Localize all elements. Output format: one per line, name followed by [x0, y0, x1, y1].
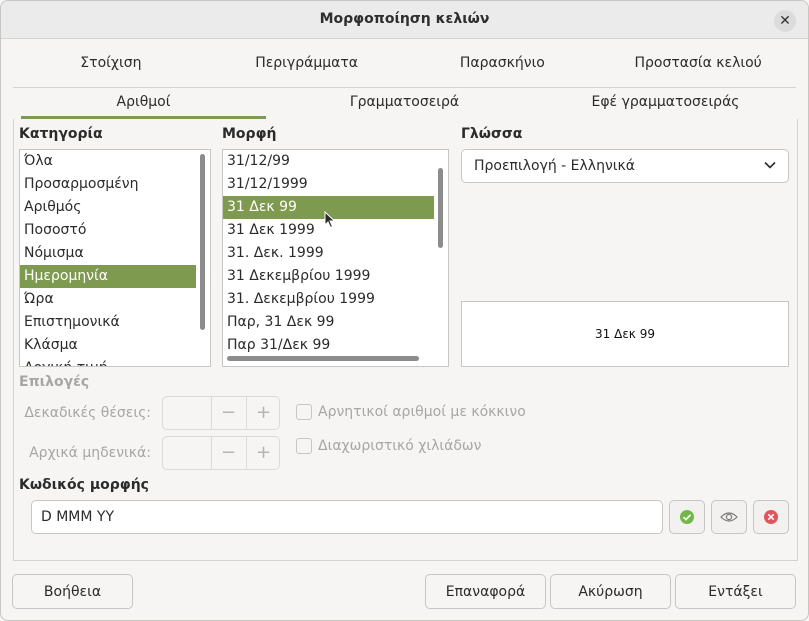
cancel-button[interactable]: Ακύρωση [550, 574, 671, 609]
list-item[interactable]: 31. Δεκ. 1999 [223, 242, 448, 265]
accept-format-button[interactable] [669, 500, 705, 534]
mouse-cursor-icon [324, 211, 336, 229]
language-value: Προεπιλογή - Ελληνικά [474, 158, 635, 174]
options-label: Επιλογές [19, 374, 90, 390]
format-vertical-scrollbar[interactable] [438, 168, 443, 248]
help-button[interactable]: Βοήθεια [12, 574, 133, 609]
list-item[interactable]: 31. Δεκεμβρίου 1999 [223, 288, 448, 311]
delete-format-button[interactable] [753, 500, 789, 534]
category-label: Κατηγορία [19, 126, 103, 142]
increment-button[interactable]: + [246, 437, 280, 469]
decrement-button[interactable]: − [211, 437, 245, 469]
tab-cell-protection[interactable]: Προστασία κελιού [600, 49, 796, 79]
close-button[interactable]: ✕ [774, 10, 796, 32]
list-item[interactable]: 31/12/99 [223, 150, 448, 173]
format-cells-dialog: Μορφοποίηση κελιών ✕ Στοίχιση Περιγράμμα… [0, 0, 809, 621]
leading-zeros-input[interactable] [163, 437, 211, 469]
list-item[interactable]: Όλα [20, 150, 210, 173]
preview-text: 31 Δεκ 99 [595, 327, 655, 341]
chevron-down-icon [764, 161, 776, 169]
delete-circle-icon [764, 510, 778, 524]
format-code-value: D MMM YY [41, 509, 115, 525]
thousands-separator-checkbox[interactable]: Διαχωριστικό χιλιάδων [296, 438, 481, 454]
list-item[interactable]: Προσαρμοσμένη [20, 173, 210, 196]
format-code-label: Κωδικός μορφής [19, 477, 149, 493]
toggle-comment-button[interactable] [711, 500, 747, 534]
eye-icon [720, 512, 738, 522]
negative-red-checkbox[interactable]: Αρνητικοί αριθμοί με κόκκινο [296, 404, 526, 420]
decimal-places-label: Δεκαδικές θέσεις: [24, 405, 151, 421]
leading-zeros-stepper[interactable]: − + [162, 436, 280, 470]
decimal-places-stepper[interactable]: − + [162, 396, 280, 430]
list-item[interactable]: Νόμισμα [20, 242, 210, 265]
list-item[interactable]: Παρ, 31 Δεκ 99 [223, 311, 448, 334]
list-item[interactable]: Λογική τιμή [20, 357, 210, 366]
format-label: Μορφή [222, 126, 277, 142]
language-label: Γλώσσα [461, 126, 523, 142]
tab-font-effects[interactable]: Εφέ γραμματοσειράς [535, 88, 796, 119]
list-item[interactable]: 31/12/1999 [223, 173, 448, 196]
ok-button[interactable]: Εντάξει [675, 574, 796, 609]
reset-button[interactable]: Επαναφορά [425, 574, 546, 609]
checkbox-box[interactable] [296, 438, 312, 454]
tab-alignment[interactable]: Στοίχιση [13, 49, 209, 79]
tab-borders[interactable]: Περιγράμματα [209, 49, 405, 79]
dialog-title: Μορφοποίηση κελιών [319, 11, 490, 27]
close-icon: ✕ [779, 13, 791, 29]
checkbox-box[interactable] [296, 404, 312, 420]
tab-background[interactable]: Παρασκήνιο [405, 49, 601, 79]
list-item[interactable]: Ώρα [20, 288, 210, 311]
tab-numbers[interactable]: Αριθμοί [13, 88, 274, 119]
leading-zeros-label: Αρχικά μηδενικά: [29, 445, 151, 461]
tab-row-top: Στοίχιση Περιγράμματα Παρασκήνιο Προστασ… [13, 49, 796, 79]
category-list[interactable]: Όλα Προσαρμοσμένη Αριθμός Ποσοστό Νόμισμ… [19, 149, 211, 367]
decrement-button[interactable]: − [211, 397, 245, 429]
format-list[interactable]: 31/12/99 31/12/1999 31 Δεκ 99 31 Δεκ 199… [222, 149, 449, 367]
tab-row-bottom: Αριθμοί Γραμματοσειρά Εφέ γραμματοσειράς [13, 87, 796, 119]
list-item[interactable]: Παρ 31/Δεκ 99 [223, 334, 448, 357]
list-item[interactable]: Κλάσμα [20, 334, 210, 357]
tab-font[interactable]: Γραμματοσειρά [274, 88, 535, 119]
list-item[interactable]: Ποσοστό [20, 219, 210, 242]
list-item[interactable]: Επιστημονικά [20, 311, 210, 334]
check-circle-icon [680, 510, 694, 524]
decimal-places-input[interactable] [163, 397, 211, 429]
category-scrollbar[interactable] [200, 154, 205, 330]
negative-red-label: Αρνητικοί αριθμοί με κόκκινο [318, 404, 526, 420]
format-code-input[interactable]: D MMM YY [31, 500, 663, 534]
title-bar: Μορφοποίηση κελιών ✕ [1, 1, 808, 39]
list-item[interactable]: 31 Δεκεμβρίου 1999 [223, 265, 448, 288]
list-item[interactable]: Αριθμός [20, 196, 210, 219]
increment-button[interactable]: + [246, 397, 280, 429]
format-horizontal-scrollbar[interactable] [227, 356, 419, 361]
thousands-separator-label: Διαχωριστικό χιλιάδων [318, 438, 482, 454]
language-dropdown[interactable]: Προεπιλογή - Ελληνικά [461, 149, 789, 183]
list-item-selected[interactable]: Ημερομηνία [20, 265, 196, 288]
format-preview: 31 Δεκ 99 [461, 301, 789, 367]
